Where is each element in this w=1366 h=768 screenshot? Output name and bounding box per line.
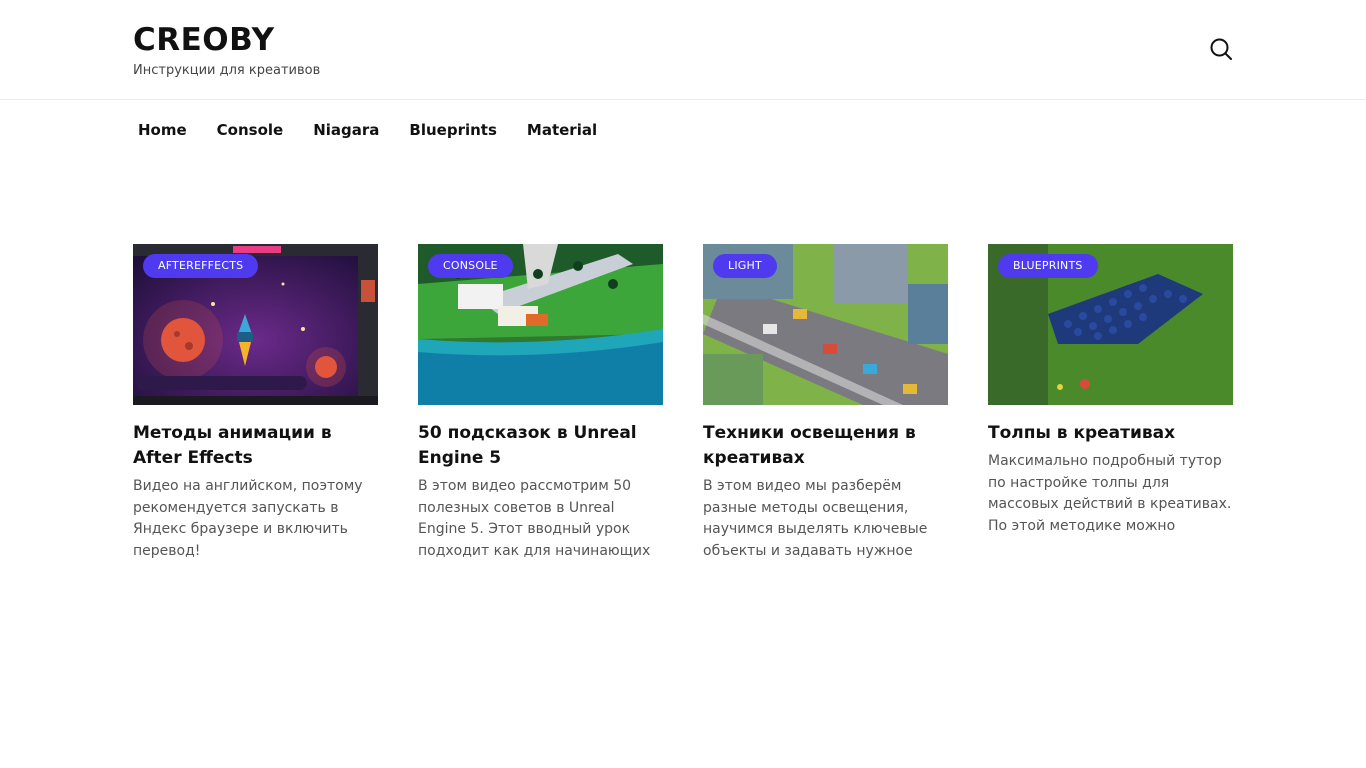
post-title[interactable]: Толпы в креативах xyxy=(988,421,1233,446)
nav-item-material[interactable]: Material xyxy=(527,121,597,139)
post-excerpt: Максимально подробный тутор по настройке… xyxy=(988,453,1232,535)
category-badge[interactable]: CONSOLE xyxy=(428,254,513,278)
post-excerpt: В этом видео рассмотрим 50 полезных сове… xyxy=(418,478,651,560)
search-icon[interactable] xyxy=(1208,36,1234,62)
post-card: BLUEPRINTS Толпы в креативах Максимально… xyxy=(988,244,1233,538)
main-nav: Home Console Niagara Blueprints Material xyxy=(138,121,627,139)
site-header: CREOBY Инструкции для креативов xyxy=(0,0,1366,100)
post-title[interactable]: Методы анимации в After Effects xyxy=(133,421,378,471)
post-title[interactable]: Техники освещения в креативах xyxy=(703,421,948,471)
post-title[interactable]: 50 подсказок в Unreal Engine 5 xyxy=(418,421,663,471)
category-badge[interactable]: BLUEPRINTS xyxy=(998,254,1098,278)
nav-item-home[interactable]: Home xyxy=(138,121,187,139)
category-badge[interactable]: LIGHT xyxy=(713,254,777,278)
post-excerpt: Видео на английском, поэтому рекомендует… xyxy=(133,478,363,560)
nav-item-niagara[interactable]: Niagara xyxy=(313,121,379,139)
post-excerpt: В этом видео мы разберём разные методы о… xyxy=(703,478,928,560)
nav-item-console[interactable]: Console xyxy=(217,121,284,139)
post-card: AFTEREFFECTS Методы анимации в After Eff… xyxy=(133,244,378,563)
post-card: CONSOLE 50 подсказок в Unreal Engine 5 В… xyxy=(418,244,663,563)
site-logo[interactable]: CREOBY xyxy=(133,22,275,58)
category-badge[interactable]: AFTEREFFECTS xyxy=(143,254,259,278)
post-thumbnail[interactable]: AFTEREFFECTS xyxy=(133,244,378,405)
site-tagline: Инструкции для креативов xyxy=(133,63,321,78)
post-thumbnail[interactable]: BLUEPRINTS xyxy=(988,244,1233,405)
nav-item-blueprints[interactable]: Blueprints xyxy=(409,121,496,139)
post-thumbnail[interactable]: CONSOLE xyxy=(418,244,663,405)
post-card: LIGHT Техники освещения в креативах В эт… xyxy=(703,244,948,563)
post-thumbnail[interactable]: LIGHT xyxy=(703,244,948,405)
